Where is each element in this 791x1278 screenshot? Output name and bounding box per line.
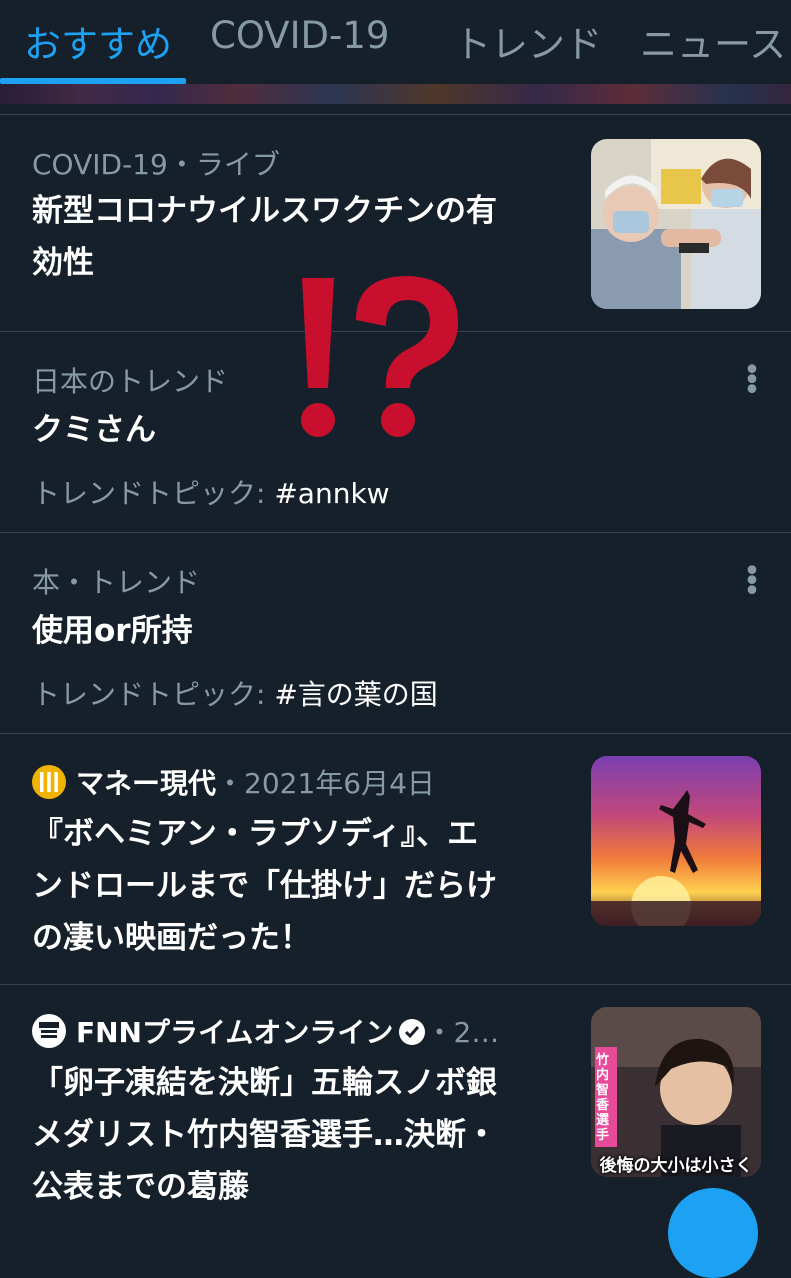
- card-meta: マネー現代・2021年6月4日: [32, 762, 435, 802]
- vaccine-photo-thumbnail: [591, 139, 761, 309]
- tab-covid19[interactable]: COVID-19: [210, 14, 389, 57]
- concert-silhouette-thumbnail: [591, 756, 761, 926]
- title-line: の凄い映画だった！: [32, 920, 311, 956]
- title-line: 公表までの葛藤: [32, 1169, 249, 1205]
- post-date: 2021年6月4日: [244, 767, 435, 800]
- card-title: クミさん: [32, 412, 156, 448]
- card-category: COVID-19: [32, 148, 168, 181]
- more-options-icon[interactable]: • • •: [742, 356, 762, 406]
- more-options-icon[interactable]: • • •: [742, 557, 762, 607]
- live-label: ライブ: [195, 148, 280, 181]
- card-meta: FNNプライムオンライン ・2…: [32, 1011, 499, 1051]
- topic-hashtag[interactable]: #annkw: [274, 477, 389, 510]
- news-card-fnn[interactable]: FNNプライムオンライン ・2… 「卵子凍結を決断」五輪スノボ銀 メダリスト竹内…: [0, 985, 791, 1205]
- money-gendai-logo-icon: [32, 765, 66, 799]
- interview-photo-thumbnail: 竹内智香選手 後悔の大小は小さく: [591, 1007, 761, 1177]
- title-line: ンドロールまで「仕掛け」だらけ: [32, 868, 497, 904]
- card-category: 日本のトレンド: [32, 365, 229, 398]
- topic-prefix: トレンドトピック:: [32, 678, 275, 711]
- trend-topic: トレンドトピック: #annkw: [32, 472, 390, 512]
- exclamation-question-overlay-icon: [290, 270, 470, 450]
- meta-separator: ・: [167, 148, 196, 181]
- tab-trends[interactable]: トレンド: [454, 14, 602, 68]
- source-name: マネー現代: [76, 767, 217, 800]
- topic-hashtag[interactable]: #言の葉の国: [274, 678, 437, 711]
- tab-recommended[interactable]: おすすめ: [24, 14, 172, 68]
- thumbnail-side-caption: 竹内智香選手: [596, 1053, 610, 1143]
- card-category: 本・トレンド: [32, 566, 201, 599]
- tab-news[interactable]: ニュース: [640, 14, 786, 68]
- title-line: メダリスト竹内智香選手…決断・: [32, 1117, 497, 1153]
- title-line: 「卵子凍結を決断」五輪スノボ銀: [32, 1065, 497, 1101]
- title-line: 『ボヘミアン・ラプソディ』、エ: [32, 816, 479, 852]
- title-line: 新型コロナウイルスワクチンの有: [32, 193, 497, 229]
- card-title: 「卵子凍結を決断」五輪スノボ銀 メダリスト竹内智香選手…決断・ 公表までの葛藤: [32, 1057, 577, 1213]
- trend-card-book[interactable]: 本・トレンド 使用or所持 トレンドトピック: #言の葉の国 • • •: [0, 533, 791, 733]
- compose-tweet-button[interactable]: [668, 1188, 758, 1278]
- banner-image-strip: [0, 84, 791, 104]
- card-title: 『ボヘミアン・ラプソディ』、エ ンドロールまで「仕掛け」だらけ の凄い映画だった…: [32, 808, 577, 964]
- explore-tabs: おすすめ COVID-19 トレンド ニュース: [0, 0, 791, 84]
- thumbnail-caption: 後悔の大小は小さく: [599, 1156, 753, 1176]
- post-date: 2…: [453, 1016, 500, 1049]
- news-card-bohemian[interactable]: マネー現代・2021年6月4日 『ボヘミアン・ラプソディ』、エ ンドロールまで「…: [0, 734, 791, 984]
- fnn-logo-icon: [32, 1014, 66, 1048]
- verified-badge-icon: [399, 1019, 426, 1045]
- card-meta: COVID-19・ライブ: [32, 143, 280, 183]
- source-name: FNNプライムオンライン: [76, 1016, 394, 1049]
- card-title: 使用or所持: [32, 613, 193, 649]
- meta-separator: ・: [425, 1016, 454, 1049]
- meta-separator: ・: [216, 767, 245, 800]
- topic-prefix: トレンドトピック:: [32, 477, 275, 510]
- trend-topic: トレンドトピック: #言の葉の国: [32, 673, 438, 713]
